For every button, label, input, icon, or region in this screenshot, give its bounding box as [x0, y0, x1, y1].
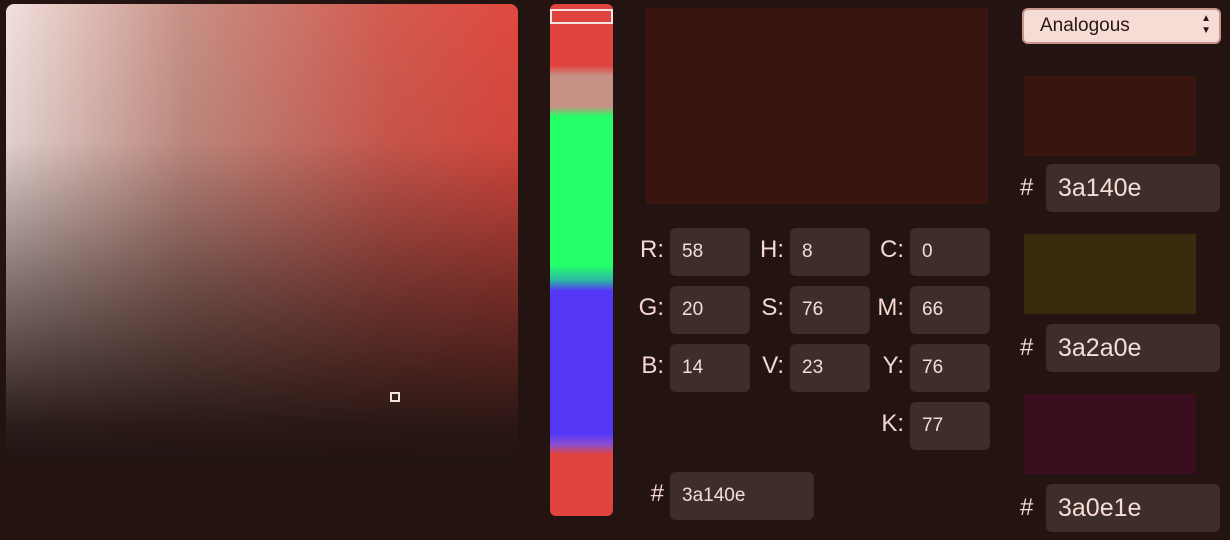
b-field[interactable]: 14 — [670, 344, 750, 392]
s-field[interactable]: 76 — [790, 286, 870, 334]
sv-handle[interactable] — [390, 392, 400, 402]
hue-slider[interactable] — [550, 4, 613, 516]
scheme-swatch-2[interactable] — [1024, 234, 1196, 314]
g-label: G: — [638, 294, 664, 321]
m-field[interactable]: 66 — [910, 286, 990, 334]
v-field[interactable]: 23 — [790, 344, 870, 392]
c-field[interactable]: 0 — [910, 228, 990, 276]
y-label: Y: — [882, 352, 904, 379]
hex-hash-label: # — [650, 480, 664, 507]
k-label: K: — [881, 410, 904, 437]
y-field[interactable]: 76 — [910, 344, 990, 392]
m-label: M: — [877, 294, 904, 321]
scheme-hex-2[interactable]: 3a2a0e — [1046, 324, 1220, 372]
hex-field[interactable]: 3a140e — [670, 472, 814, 520]
color-preview — [646, 8, 988, 204]
scheme-hex-3[interactable]: 3a0e1e — [1046, 484, 1220, 532]
k-field[interactable]: 77 — [910, 402, 990, 450]
scheme-swatch-3[interactable] — [1024, 394, 1196, 474]
scheme-swatch-1[interactable] — [1024, 76, 1196, 156]
c-label: C: — [880, 236, 904, 263]
s-label: S: — [761, 294, 784, 321]
r-label: R: — [640, 236, 664, 263]
up-down-arrows-icon: ▲ ▼ — [1201, 13, 1211, 36]
r-field[interactable]: 58 — [670, 228, 750, 276]
scheme-hex-1[interactable]: 3a140e — [1046, 164, 1220, 212]
scheme-select[interactable]: Analogous ▲ ▼ — [1022, 8, 1221, 44]
scheme-hash-1: # — [1020, 174, 1034, 201]
hue-handle[interactable] — [550, 9, 613, 24]
scheme-hash-3: # — [1020, 494, 1034, 521]
scheme-hash-2: # — [1020, 334, 1034, 361]
g-field[interactable]: 20 — [670, 286, 750, 334]
h-field[interactable]: 8 — [790, 228, 870, 276]
v-label: V: — [762, 352, 784, 379]
saturation-value-picker[interactable] — [6, 4, 518, 460]
scheme-select-value: Analogous — [1040, 15, 1130, 36]
b-label: B: — [641, 352, 664, 379]
h-label: H: — [760, 236, 784, 263]
